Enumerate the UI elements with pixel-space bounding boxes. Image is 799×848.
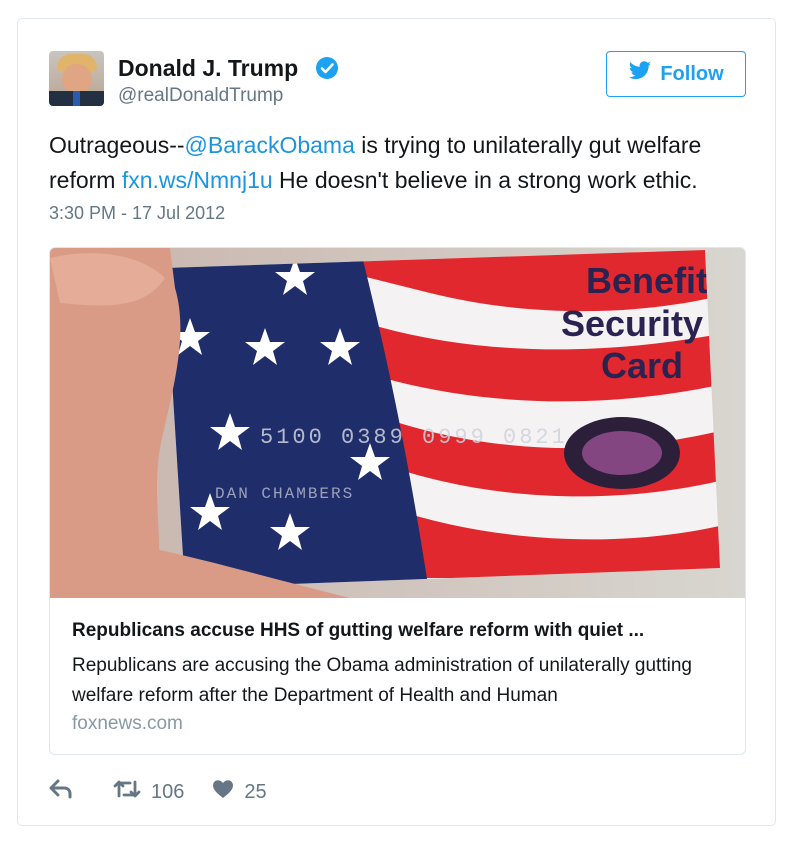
- author-handle[interactable]: @realDonaldTrump: [118, 85, 283, 107]
- twitter-bird-icon: [628, 61, 652, 87]
- follow-label: Follow: [660, 62, 724, 85]
- card-text-security: Security: [561, 303, 703, 344]
- follow-button[interactable]: Follow: [606, 51, 746, 97]
- tweet-card: Donald J. Trump @realDonaldTrump Follow …: [17, 18, 776, 826]
- author-name[interactable]: Donald J. Trump: [118, 55, 298, 82]
- card-text-benefit: Benefit: [586, 260, 708, 301]
- like-count: 25: [244, 780, 267, 803]
- card-description: Republicans are accusing the Obama admin…: [72, 655, 692, 706]
- link-preview-card[interactable]: Benefit Security Card 5100 0389 0999 082…: [49, 247, 746, 755]
- tweet-text-prefix: Outrageous--: [49, 132, 185, 158]
- timestamp[interactable]: 3:30 PM - 17 Jul 2012: [49, 203, 225, 224]
- retweet-icon: [113, 779, 141, 805]
- svg-text:DAN CHAMBERS: DAN CHAMBERS: [215, 485, 354, 503]
- avatar[interactable]: [49, 51, 104, 106]
- retweet-button[interactable]: 106: [113, 779, 184, 805]
- tweet-actions: 106 25: [49, 779, 267, 805]
- tweet-text-suffix: He doesn't believe in a strong work ethi…: [272, 167, 698, 193]
- url-link[interactable]: fxn.ws/Nmnj1u: [122, 167, 273, 193]
- heart-icon: [212, 779, 234, 805]
- tweet-text: Outrageous--@BarackObama is trying to un…: [49, 128, 749, 198]
- reply-icon: [49, 779, 73, 805]
- card-image[interactable]: Benefit Security Card 5100 0389 0999 082…: [50, 248, 745, 598]
- card-title[interactable]: Republicans accuse HHS of gutting welfar…: [72, 620, 732, 642]
- retweet-count: 106: [151, 780, 185, 803]
- svg-text:5100 0389 0999 0821: 5100 0389 0999 0821: [260, 425, 568, 450]
- mention-link[interactable]: @BarackObama: [185, 132, 355, 158]
- like-button[interactable]: 25: [212, 779, 267, 805]
- card-text-card: Card: [601, 345, 683, 386]
- card-domain: foxnews.com: [72, 713, 183, 734]
- verified-badge-icon: [316, 57, 338, 79]
- reply-button[interactable]: [49, 779, 73, 805]
